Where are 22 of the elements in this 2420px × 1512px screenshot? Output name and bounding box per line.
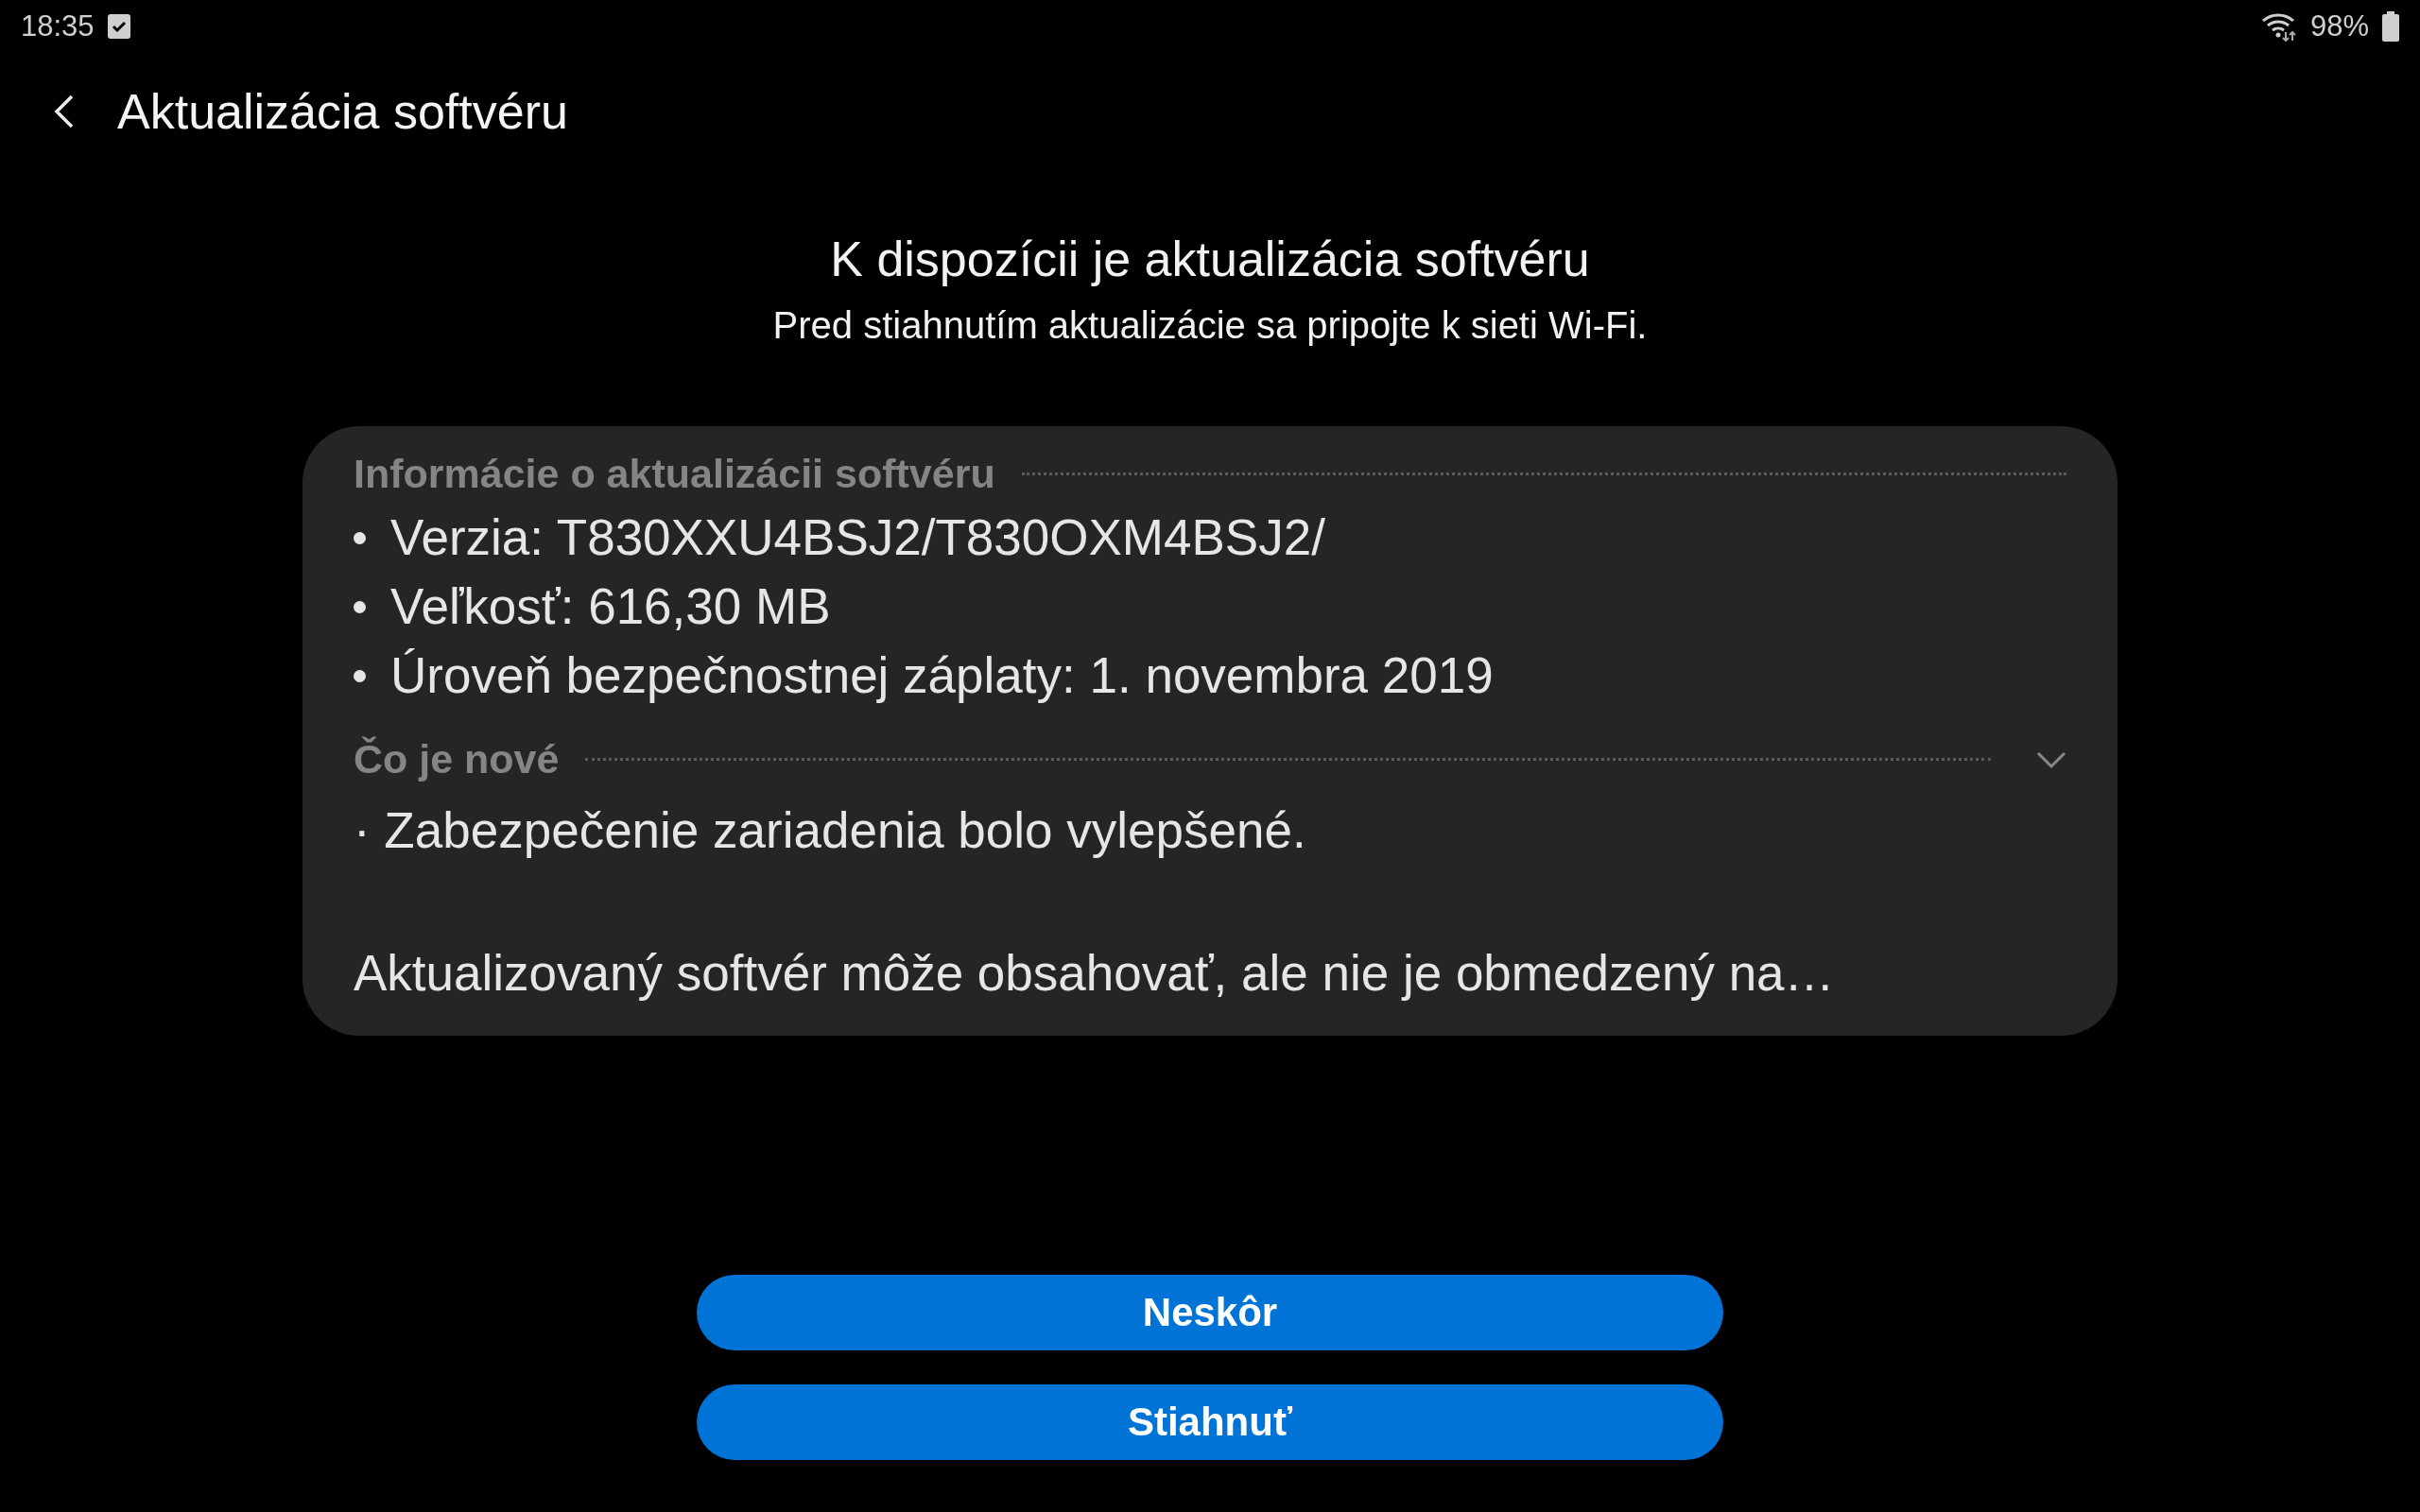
bullet-icon [354,669,366,682]
wifi-notice: Pred stiahnutím aktualizácie sa pripojte k sieti Wi-Fi. [771,304,1649,347]
chevron-icon[interactable] [2036,749,2066,769]
bullet-icon [354,600,366,613]
bullet-icon [354,531,366,544]
wifi-icon [2260,11,2297,42]
section-title: Informácie o aktualizácii softvéru [354,451,995,497]
back-icon[interactable] [53,93,76,130]
info-item: Úroveň bezpečnostnej záplaty: 1. novembra 2019 [390,647,1494,704]
download-button[interactable]: Stiahnuť [697,1384,1723,1460]
whats-new-text: · Zabezpečenie zariadenia bolo vylepšené. [354,801,1307,859]
checkbox-notification-icon [107,14,130,39]
status-time: 18:35 [21,9,95,43]
info-item: Veľkosť: 616,30 MB [390,578,831,635]
later-button[interactable]: Neskôr [697,1275,1723,1350]
section-title: Čo je nové [354,736,560,782]
whats-new-text: Aktualizovaný softvér môže obsahovať, ale nie je obmedzený na… [354,944,1836,1002]
info-item: Verzia: T830XXU4BSJ2/T830OXM4BSJ2/ [390,509,1325,566]
battery-percentage: 98% [2309,9,2369,43]
battery-icon [2382,11,2399,42]
update-heading: K dispozícii je aktualizácia softvéru [829,231,1591,287]
page-title: Aktualizácia softvéru [117,83,568,140]
